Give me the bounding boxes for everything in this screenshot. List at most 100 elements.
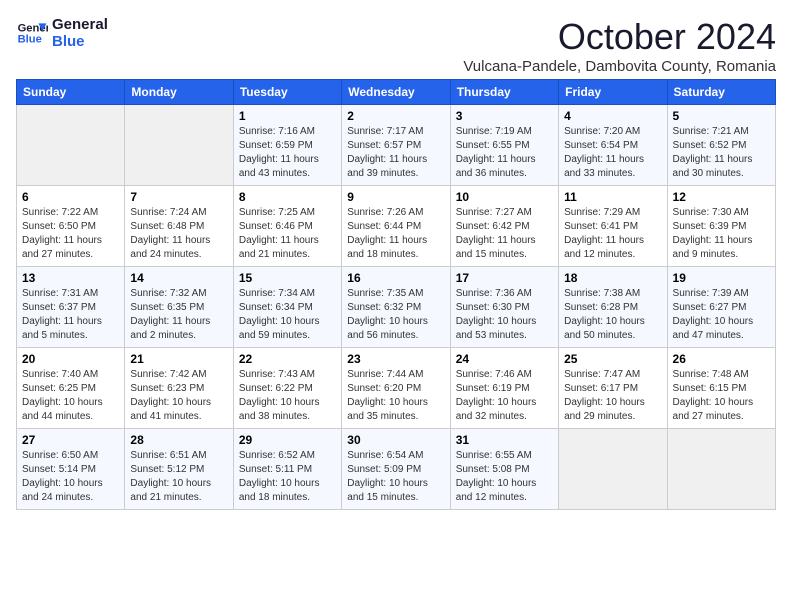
- calendar-cell: 22 Sunrise: 7:43 AM Sunset: 6:22 PM Dayli…: [233, 348, 341, 429]
- day-number: 28: [130, 433, 227, 447]
- page-header: General Blue General Blue October 2024 V…: [16, 16, 776, 75]
- day-number: 11: [564, 190, 661, 204]
- day-info: Sunrise: 7:21 AM Sunset: 6:52 PM Dayligh…: [673, 125, 770, 181]
- day-info: Sunrise: 7:35 AM Sunset: 6:32 PM Dayligh…: [347, 287, 444, 343]
- day-info: Sunrise: 7:47 AM Sunset: 6:17 PM Dayligh…: [564, 368, 661, 424]
- day-number: 7: [130, 190, 227, 204]
- calendar-cell: 15 Sunrise: 7:34 AM Sunset: 6:34 PM Dayli…: [233, 267, 341, 348]
- calendar-cell: 3Sunrise: 7:19 AM Sunset: 6:55 PM Daylig…: [450, 105, 558, 186]
- day-info: Sunrise: 7:40 AM Sunset: 6:25 PM Dayligh…: [22, 368, 119, 424]
- calendar-cell: 1 Sunrise: 7:16 AM Sunset: 6:59 PM Daylig…: [233, 105, 341, 186]
- day-number: 17: [456, 271, 553, 285]
- calendar-cell: [17, 105, 125, 186]
- calendar-cell: 6 Sunrise: 7:22 AM Sunset: 6:50 PM Daylig…: [17, 186, 125, 267]
- subtitle: Vulcana-Pandele, Dambovita County, Roman…: [463, 58, 776, 75]
- logo-line2: Blue: [52, 33, 108, 50]
- day-number: 22: [239, 352, 336, 366]
- day-info: Sunrise: 6:51 AM Sunset: 5:12 PM Dayligh…: [130, 449, 227, 505]
- calendar-cell: 13Sunrise: 7:31 AM Sunset: 6:37 PM Dayli…: [17, 267, 125, 348]
- day-info: Sunrise: 7:25 AM Sunset: 6:46 PM Dayligh…: [239, 206, 336, 262]
- day-info: Sunrise: 7:17 AM Sunset: 6:57 PM Dayligh…: [347, 125, 444, 181]
- day-number: 29: [239, 433, 336, 447]
- day-info: Sunrise: 7:32 AM Sunset: 6:35 PM Dayligh…: [130, 287, 227, 343]
- day-header-sunday: Sunday: [17, 80, 125, 105]
- day-number: 23: [347, 352, 444, 366]
- day-number: 20: [22, 352, 119, 366]
- day-info: Sunrise: 7:30 AM Sunset: 6:39 PM Dayligh…: [673, 206, 770, 262]
- calendar-cell: 10 Sunrise: 7:27 AM Sunset: 6:42 PM Dayli…: [450, 186, 558, 267]
- calendar-cell: 18Sunrise: 7:38 AM Sunset: 6:28 PM Dayli…: [559, 267, 667, 348]
- calendar-cell: 31 Sunrise: 6:55 AM Sunset: 5:08 PM Dayli…: [450, 429, 558, 510]
- day-header-thursday: Thursday: [450, 80, 558, 105]
- calendar-cell: 17 Sunrise: 7:36 AM Sunset: 6:30 PM Dayli…: [450, 267, 558, 348]
- calendar-cell: [559, 429, 667, 510]
- calendar-cell: 25 Sunrise: 7:47 AM Sunset: 6:17 PM Dayli…: [559, 348, 667, 429]
- day-number: 16: [347, 271, 444, 285]
- day-header-tuesday: Tuesday: [233, 80, 341, 105]
- day-header-saturday: Saturday: [667, 80, 775, 105]
- logo-line1: General: [52, 16, 108, 33]
- calendar-cell: 9Sunrise: 7:26 AM Sunset: 6:44 PM Daylig…: [342, 186, 450, 267]
- calendar-cell: 28 Sunrise: 6:51 AM Sunset: 5:12 PM Dayli…: [125, 429, 233, 510]
- calendar-cell: 26 Sunrise: 7:48 AM Sunset: 6:15 PM Dayli…: [667, 348, 775, 429]
- calendar-cell: 20 Sunrise: 7:40 AM Sunset: 6:25 PM Dayli…: [17, 348, 125, 429]
- month-title: October 2024: [463, 16, 776, 58]
- logo-icon: General Blue: [16, 17, 48, 49]
- logo: General Blue General Blue: [16, 16, 108, 50]
- day-number: 19: [673, 271, 770, 285]
- day-number: 1: [239, 109, 336, 123]
- day-header-friday: Friday: [559, 80, 667, 105]
- day-info: Sunrise: 7:42 AM Sunset: 6:23 PM Dayligh…: [130, 368, 227, 424]
- day-number: 31: [456, 433, 553, 447]
- day-info: Sunrise: 7:36 AM Sunset: 6:30 PM Dayligh…: [456, 287, 553, 343]
- day-info: Sunrise: 7:31 AM Sunset: 6:37 PM Dayligh…: [22, 287, 119, 343]
- day-number: 10: [456, 190, 553, 204]
- calendar-cell: 27 Sunrise: 6:50 AM Sunset: 5:14 PM Dayli…: [17, 429, 125, 510]
- day-info: Sunrise: 7:39 AM Sunset: 6:27 PM Dayligh…: [673, 287, 770, 343]
- day-number: 25: [564, 352, 661, 366]
- calendar-cell: 2 Sunrise: 7:17 AM Sunset: 6:57 PM Daylig…: [342, 105, 450, 186]
- title-section: October 2024 Vulcana-Pandele, Dambovita …: [463, 16, 776, 75]
- day-info: Sunrise: 7:43 AM Sunset: 6:22 PM Dayligh…: [239, 368, 336, 424]
- day-number: 30: [347, 433, 444, 447]
- day-number: 21: [130, 352, 227, 366]
- day-info: Sunrise: 7:27 AM Sunset: 6:42 PM Dayligh…: [456, 206, 553, 262]
- day-number: 27: [22, 433, 119, 447]
- day-number: 12: [673, 190, 770, 204]
- day-info: Sunrise: 6:55 AM Sunset: 5:08 PM Dayligh…: [456, 449, 553, 505]
- day-header-monday: Monday: [125, 80, 233, 105]
- calendar-cell: 23Sunrise: 7:44 AM Sunset: 6:20 PM Dayli…: [342, 348, 450, 429]
- day-info: Sunrise: 7:20 AM Sunset: 6:54 PM Dayligh…: [564, 125, 661, 181]
- day-info: Sunrise: 7:38 AM Sunset: 6:28 PM Dayligh…: [564, 287, 661, 343]
- calendar-cell: [667, 429, 775, 510]
- calendar-cell: 11 Sunrise: 7:29 AM Sunset: 6:41 PM Dayli…: [559, 186, 667, 267]
- calendar-cell: 24Sunrise: 7:46 AM Sunset: 6:19 PM Dayli…: [450, 348, 558, 429]
- day-number: 9: [347, 190, 444, 204]
- day-info: Sunrise: 7:19 AM Sunset: 6:55 PM Dayligh…: [456, 125, 553, 181]
- calendar-cell: 12 Sunrise: 7:30 AM Sunset: 6:39 PM Dayli…: [667, 186, 775, 267]
- calendar-cell: 5Sunrise: 7:21 AM Sunset: 6:52 PM Daylig…: [667, 105, 775, 186]
- day-number: 8: [239, 190, 336, 204]
- day-info: Sunrise: 6:52 AM Sunset: 5:11 PM Dayligh…: [239, 449, 336, 505]
- day-number: 26: [673, 352, 770, 366]
- day-info: Sunrise: 7:48 AM Sunset: 6:15 PM Dayligh…: [673, 368, 770, 424]
- day-info: Sunrise: 7:22 AM Sunset: 6:50 PM Dayligh…: [22, 206, 119, 262]
- day-info: Sunrise: 7:34 AM Sunset: 6:34 PM Dayligh…: [239, 287, 336, 343]
- svg-text:Blue: Blue: [18, 34, 42, 46]
- day-info: Sunrise: 6:50 AM Sunset: 5:14 PM Dayligh…: [22, 449, 119, 505]
- day-number: 6: [22, 190, 119, 204]
- calendar-cell: 4Sunrise: 7:20 AM Sunset: 6:54 PM Daylig…: [559, 105, 667, 186]
- day-number: 2: [347, 109, 444, 123]
- calendar-cell: [125, 105, 233, 186]
- day-info: Sunrise: 7:16 AM Sunset: 6:59 PM Dayligh…: [239, 125, 336, 181]
- day-header-wednesday: Wednesday: [342, 80, 450, 105]
- day-number: 15: [239, 271, 336, 285]
- calendar-cell: 21 Sunrise: 7:42 AM Sunset: 6:23 PM Dayli…: [125, 348, 233, 429]
- day-info: Sunrise: 6:54 AM Sunset: 5:09 PM Dayligh…: [347, 449, 444, 505]
- calendar-cell: 8 Sunrise: 7:25 AM Sunset: 6:46 PM Daylig…: [233, 186, 341, 267]
- calendar-cell: 7Sunrise: 7:24 AM Sunset: 6:48 PM Daylig…: [125, 186, 233, 267]
- calendar-cell: 16 Sunrise: 7:35 AM Sunset: 6:32 PM Dayli…: [342, 267, 450, 348]
- day-info: Sunrise: 7:29 AM Sunset: 6:41 PM Dayligh…: [564, 206, 661, 262]
- calendar-cell: 30 Sunrise: 6:54 AM Sunset: 5:09 PM Dayli…: [342, 429, 450, 510]
- calendar-table: SundayMondayTuesdayWednesdayThursdayFrid…: [16, 79, 776, 510]
